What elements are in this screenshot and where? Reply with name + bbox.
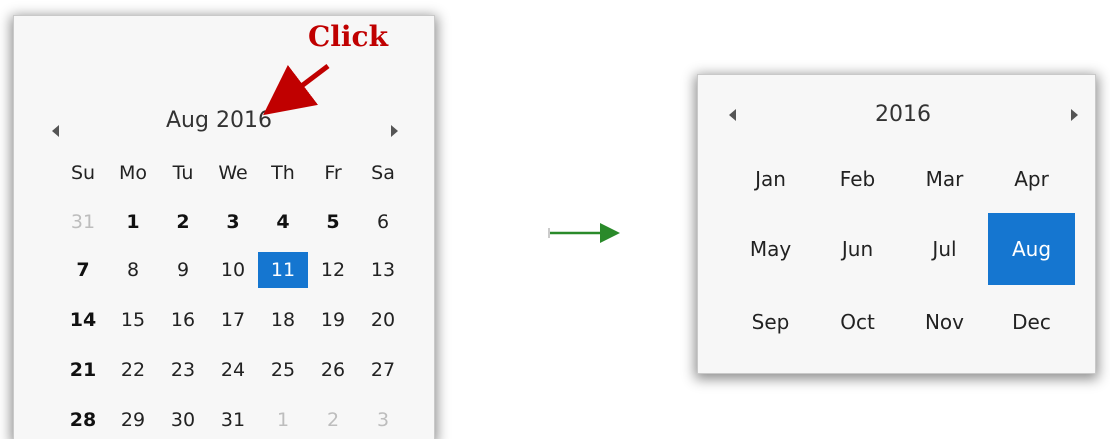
click-pointer-arrow-icon <box>263 64 330 116</box>
annotation-layer <box>263 64 620 243</box>
